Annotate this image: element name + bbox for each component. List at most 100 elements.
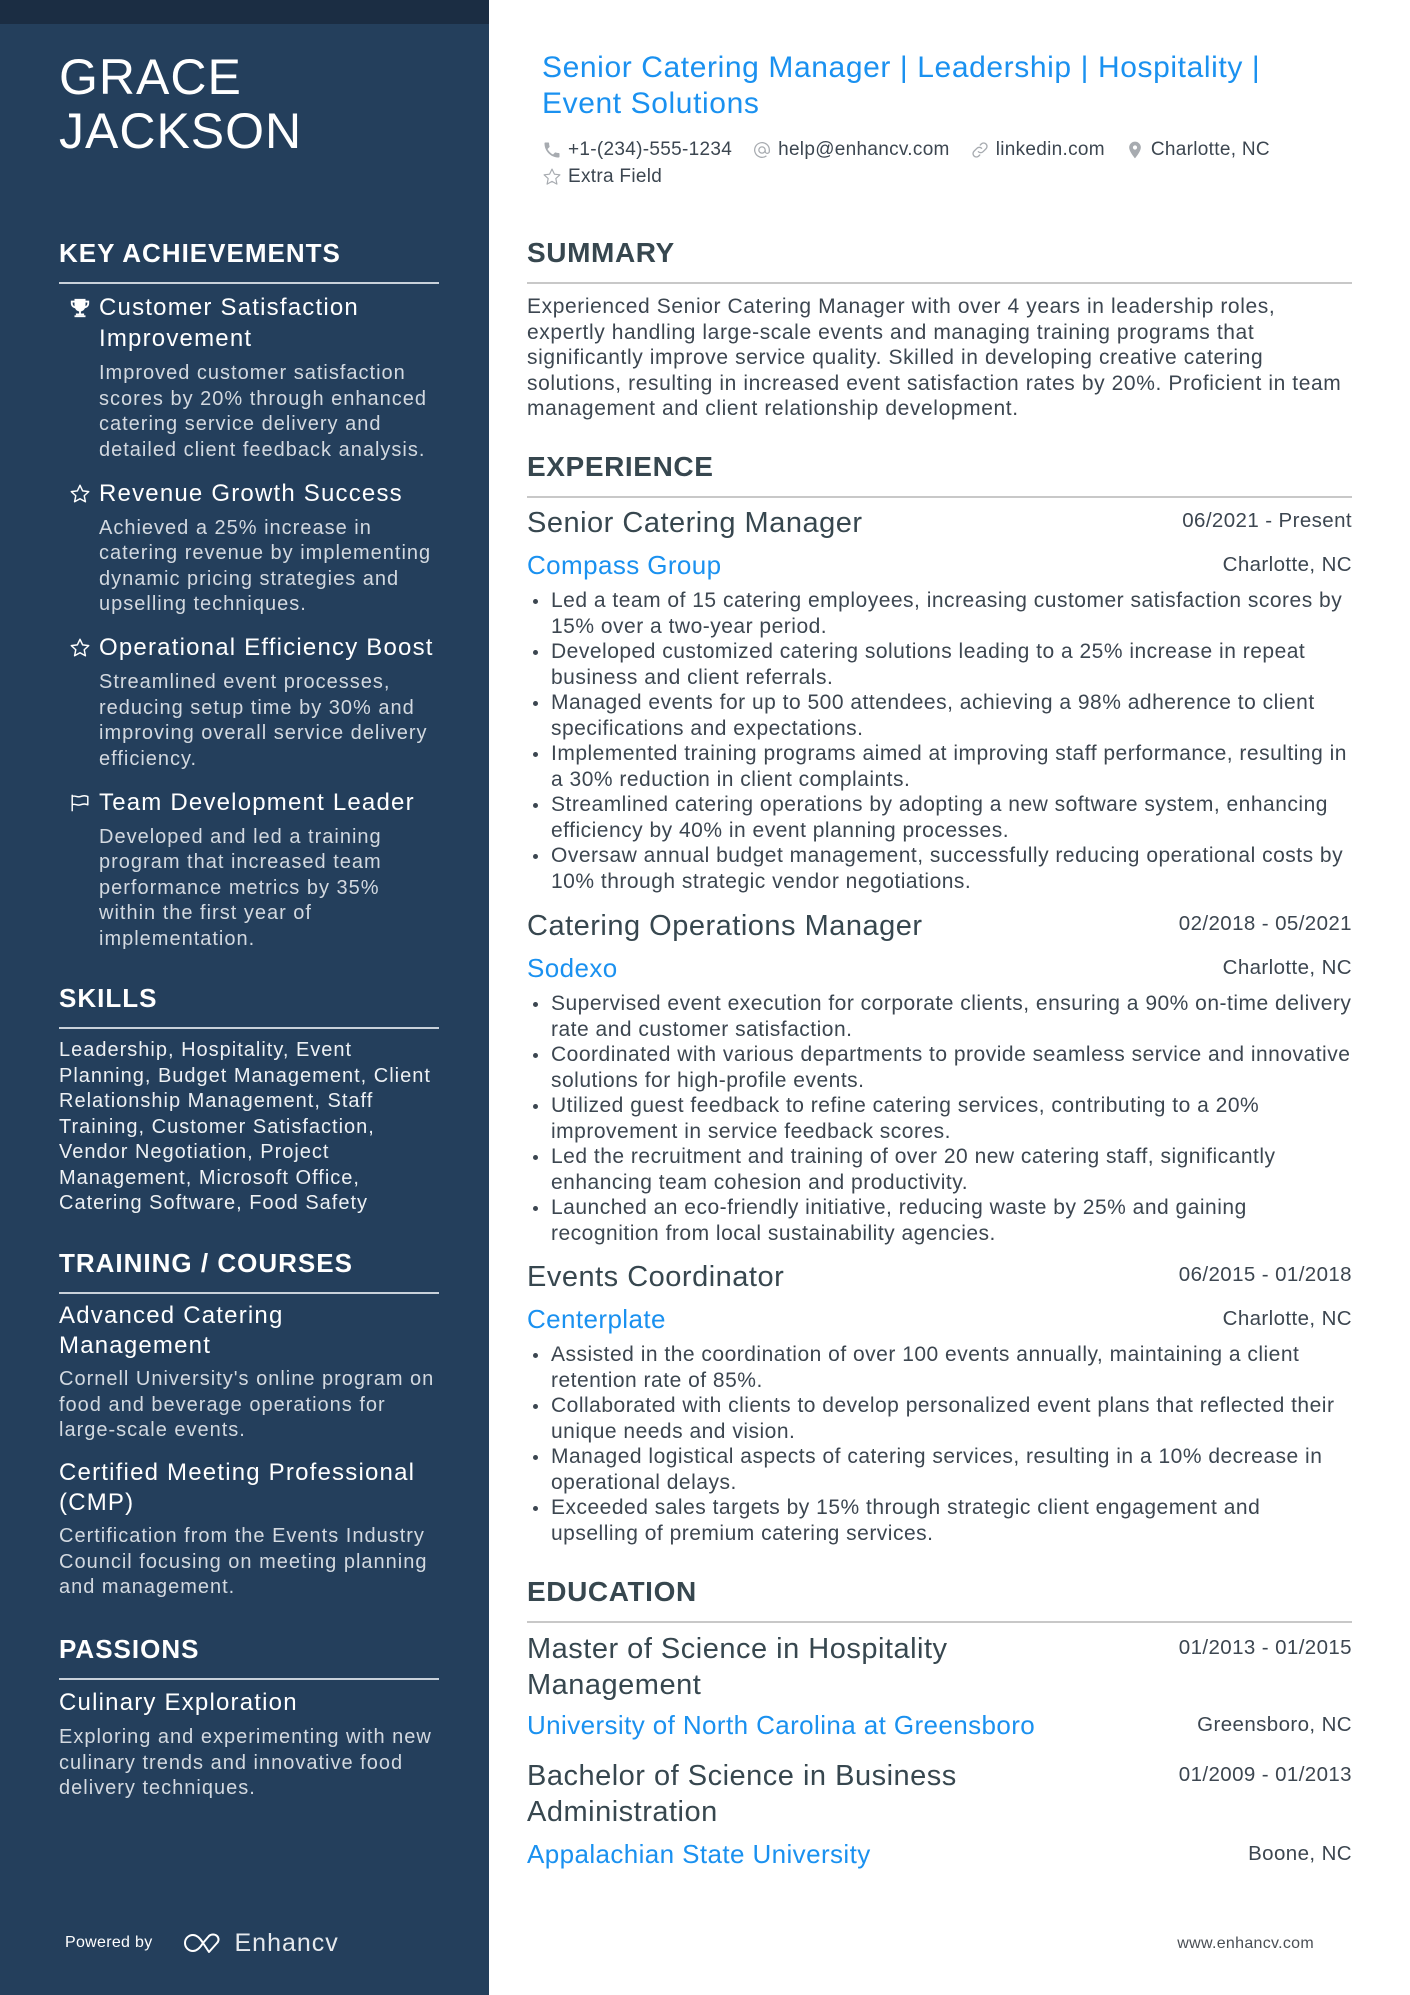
bullet-item: Managed logistical aspects of catering s… — [527, 1444, 1352, 1495]
achievement-description: Achieved a 25% increase in catering reve… — [99, 516, 432, 616]
education-dates: 01/2013 - 01/2015 — [1178, 1636, 1352, 1659]
job-title: Catering Operations Manager — [527, 910, 923, 942]
job-bullets: Assisted in the coordination of over 100… — [527, 1342, 1352, 1546]
achievement-title: Revenue Growth Success — [99, 479, 403, 507]
sidebar-top-band — [0, 0, 489, 24]
at-icon — [754, 141, 771, 158]
bullet-item: Exceeded sales targets by 15% through st… — [527, 1495, 1352, 1546]
enhancv-logo-icon — [183, 1933, 219, 1953]
course-title: Advanced Catering Management — [59, 1302, 284, 1359]
achievement-description: Developed and led a training program tha… — [99, 825, 382, 950]
experience-entry: Events Coordinator 06/2015 - 01/2018 Cen… — [527, 1260, 1352, 1546]
job-title: Events Coordinator — [527, 1261, 785, 1293]
job-dates: 06/2021 - Present — [1182, 509, 1352, 532]
course-description: Certification from the Events Industry C… — [59, 1525, 428, 1598]
school-name: University of North Carolina at Greensbo… — [527, 1710, 1036, 1740]
achievement-title: Customer Satisfaction Improvement — [99, 294, 359, 352]
bullet-item: Collaborated with clients to develop per… — [527, 1393, 1352, 1444]
company-name: Compass Group — [527, 550, 722, 580]
course-description: Cornell University's online program on f… — [59, 1368, 435, 1441]
achievement-item: Team Development Leader Developed and le… — [59, 787, 439, 953]
achievement-item: Customer Satisfaction Improvement Improv… — [59, 292, 439, 463]
key-achievements-section: KEY ACHIEVEMENTS Customer Satisfaction I… — [59, 237, 439, 952]
course-item: Certified Meeting Professional (CMP) Cer… — [59, 1458, 439, 1601]
powered-by-label: Powered by — [65, 1934, 153, 1951]
name-last: JACKSON — [59, 103, 303, 159]
bullet-item: Utilized guest feedback to refine cateri… — [527, 1093, 1352, 1144]
bullet-item: Launched an eco-friendly initiative, red… — [527, 1195, 1352, 1246]
flag-icon — [71, 794, 89, 811]
contact-location: Charlotte, NC — [1125, 136, 1270, 163]
footer-website-link[interactable]: www.enhancv.com — [1177, 1932, 1314, 1956]
company-name: Sodexo — [527, 953, 618, 983]
star-icon — [543, 168, 561, 185]
powered-by: Powered by Enhancv — [65, 1928, 339, 1958]
job-location: Charlotte, NC — [1222, 1307, 1352, 1330]
star-icon — [70, 484, 90, 503]
enhancv-logo[interactable]: Enhancv — [181, 1929, 339, 1958]
email-value: help@enhancv.com — [778, 139, 950, 160]
course-item: Advanced Catering Management Cornell Uni… — [59, 1301, 439, 1444]
achievement-description: Improved customer satisfaction scores by… — [99, 362, 427, 461]
achievement-description: Streamlined event processes, reducing se… — [99, 671, 428, 770]
bullet-item: Managed events for up to 500 attendees, … — [527, 690, 1352, 741]
location-pin-icon — [1129, 141, 1141, 158]
bullet-item: Streamlined catering operations by adopt… — [527, 792, 1352, 843]
section-heading: EXPERIENCE — [527, 451, 1352, 498]
experience-entry: Senior Catering Manager 06/2021 - Presen… — [527, 506, 1352, 894]
candidate-name: GRACE JACKSON — [59, 50, 459, 158]
contact-email[interactable]: help@enhancv.com — [752, 136, 950, 163]
school-location: Boone, NC — [1248, 1842, 1352, 1865]
job-dates: 06/2015 - 01/2018 — [1178, 1263, 1352, 1286]
phone-icon — [544, 142, 560, 157]
headline: Senior Catering Manager | Leadership | H… — [542, 50, 1261, 120]
school-location: Greensboro, NC — [1197, 1713, 1352, 1736]
summary-text: Experienced Senior Catering Manager with… — [527, 295, 1342, 420]
section-heading: SUMMARY — [527, 237, 1352, 284]
enhancv-logo-text: Enhancv — [234, 1928, 339, 1957]
contact-phone[interactable]: +1-(234)-555-1234 — [542, 136, 732, 163]
bullet-item: Implemented training programs aimed at i… — [527, 741, 1352, 792]
achievement-item: Operational Efficiency Boost Streamlined… — [59, 632, 439, 772]
phone-value: +1-(234)-555-1234 — [568, 139, 733, 160]
achievement-item: Revenue Growth Success Achieved a 25% in… — [59, 478, 439, 618]
linkedin-value: linkedin.com — [995, 139, 1105, 160]
company-name: Centerplate — [527, 1304, 666, 1334]
degree-title: Bachelor of Science in Business Administ… — [527, 1760, 957, 1828]
skills-list: Leadership, Hospitality, Event Planning,… — [59, 1039, 431, 1214]
section-heading: EDUCATION — [527, 1576, 1352, 1623]
contact-linkedin[interactable]: linkedin.com — [970, 136, 1105, 163]
job-bullets: Supervised event execution for corporate… — [527, 991, 1352, 1246]
passions-section: PASSIONS Culinary Exploration Exploring … — [59, 1633, 439, 1802]
section-heading: PASSIONS — [59, 1633, 439, 1680]
experience-section: EXPERIENCE — [527, 451, 1352, 498]
school-name: Appalachian State University — [527, 1839, 871, 1869]
achievement-title: Operational Efficiency Boost — [99, 634, 434, 661]
bullet-item: Coordinated with various departments to … — [527, 1042, 1352, 1093]
bullet-item: Oversaw annual budget management, succes… — [527, 843, 1352, 894]
trophy-icon — [70, 298, 90, 318]
education-entry: Bachelor of Science in Business Administ… — [527, 1758, 1352, 1869]
section-heading: SKILLS — [59, 982, 439, 1029]
link-icon — [972, 141, 988, 158]
training-section: TRAINING / COURSES Advanced Catering Man… — [59, 1247, 439, 1601]
bullet-item: Developed customized catering solutions … — [527, 639, 1352, 690]
passion-item: Culinary Exploration Exploring and exper… — [59, 1688, 439, 1802]
bullet-item: Supervised event execution for corporate… — [527, 991, 1352, 1042]
summary-section: SUMMARY Experienced Senior Catering Mana… — [527, 237, 1352, 422]
job-dates: 02/2018 - 05/2021 — [1178, 912, 1352, 935]
sidebar: GRACE JACKSON KEY ACHIEVEMENTS Customer … — [0, 0, 489, 1995]
passion-title: Culinary Exploration — [59, 1689, 298, 1716]
name-first: GRACE — [59, 49, 242, 105]
bullet-item: Led the recruitment and training of over… — [527, 1144, 1352, 1195]
job-location: Charlotte, NC — [1222, 553, 1352, 576]
job-bullets: Led a team of 15 catering employees, inc… — [527, 588, 1352, 894]
job-title: Senior Catering Manager — [527, 507, 863, 539]
star-icon — [70, 638, 90, 657]
degree-title: Master of Science in Hospitality Managem… — [527, 1633, 948, 1701]
education-dates: 01/2009 - 01/2013 — [1178, 1763, 1352, 1786]
skills-section: SKILLS Leadership, Hospitality, Event Pl… — [59, 982, 439, 1217]
contact-extra-field: Extra Field — [542, 163, 662, 190]
bullet-item: Led a team of 15 catering employees, inc… — [527, 588, 1352, 639]
contact-info: +1-(234)-555-1234 help@enhancv.com linke… — [542, 136, 1352, 190]
